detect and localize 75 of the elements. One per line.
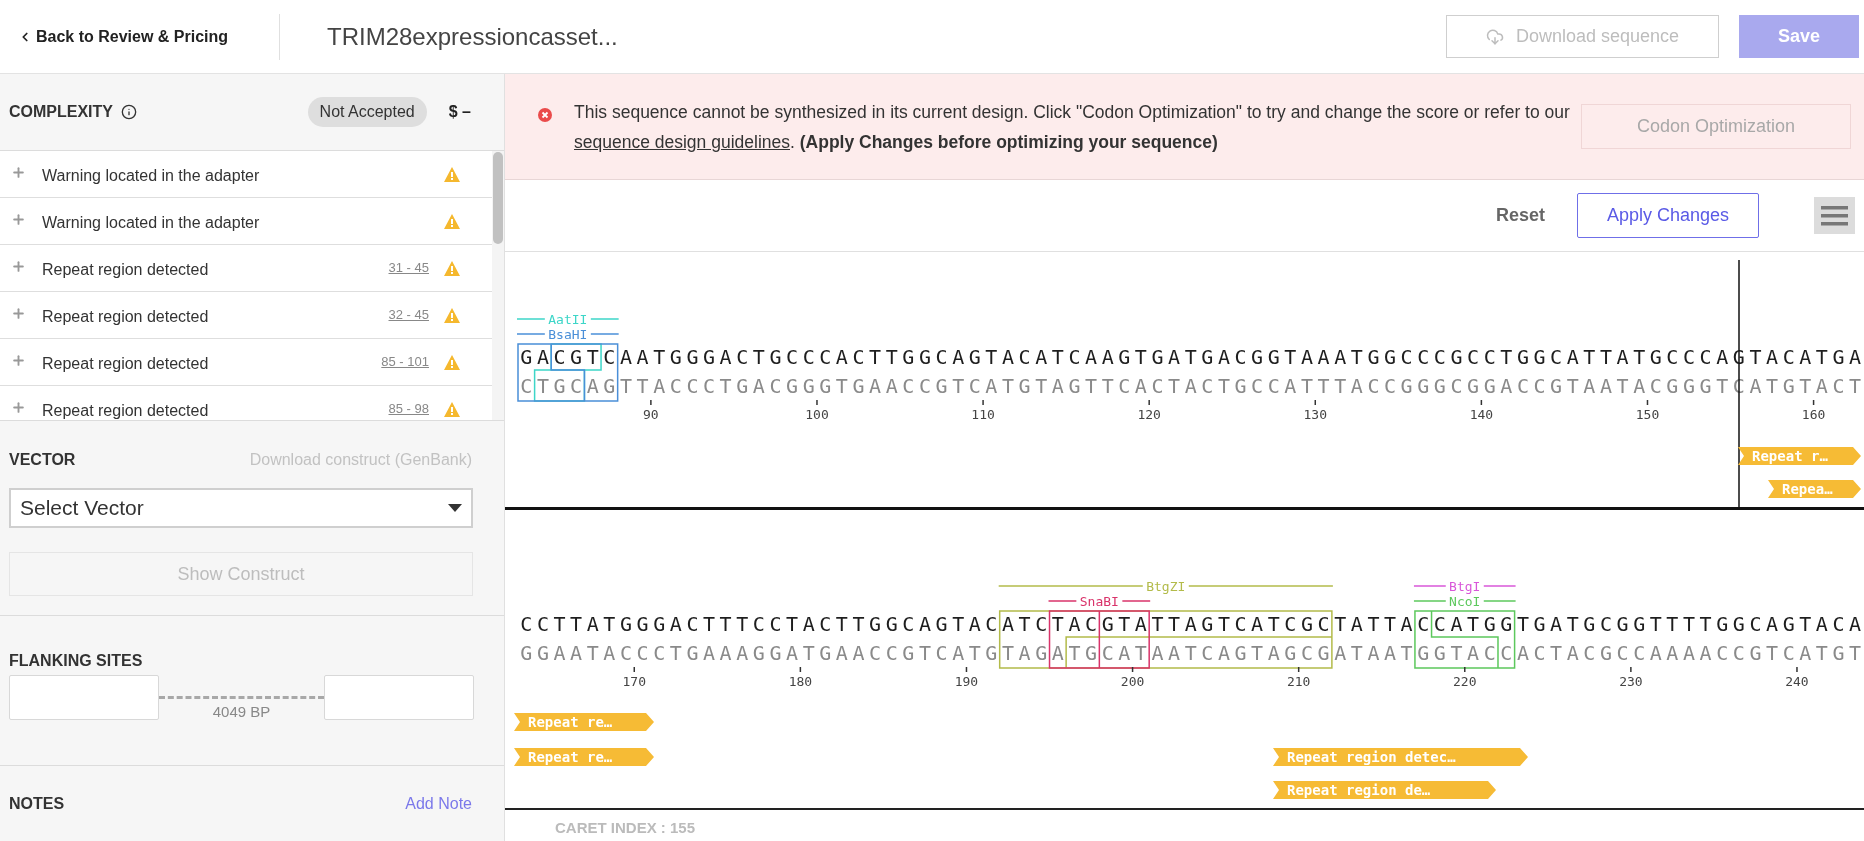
position-tick: 230 — [1619, 666, 1643, 689]
menu-button[interactable] — [1814, 197, 1855, 234]
issue-row[interactable]: Repeat region detected 32 - 45 — [0, 292, 492, 339]
add-note-link[interactable]: Add Note — [405, 792, 472, 816]
position-tick: 110 — [971, 399, 995, 422]
position-tick: 210 — [1286, 666, 1311, 689]
position-tick: 150 — [1635, 399, 1660, 422]
price-text: $ – — [448, 102, 471, 122]
warning-icon — [444, 260, 460, 276]
issue-row[interactable]: Repeat region detected 85 - 101 — [0, 339, 492, 386]
issue-text: Warning located in the adapter — [42, 213, 260, 233]
issue-text: Warning located in the adapter — [42, 166, 260, 186]
warning-icon — [444, 401, 460, 417]
flanking-site-field[interactable] — [324, 675, 474, 720]
position-tick: 120 — [1137, 399, 1161, 422]
section-heading: NOTES — [9, 794, 65, 814]
apply-changes-button[interactable]: Apply Changes — [1577, 193, 1759, 238]
position-tick: 90 — [643, 399, 659, 422]
position-tick: 190 — [954, 666, 979, 689]
range-link[interactable]: 31 - 45 — [388, 258, 429, 278]
back-link[interactable]: Back to Review & Pricing — [0, 24, 279, 49]
flanking-site-field[interactable] — [9, 675, 159, 720]
issue-text: Repeat region detected — [42, 307, 209, 327]
status-badge: Not Accepted — [307, 97, 427, 127]
enzyme-label[interactable]: BsaHI — [516, 326, 620, 342]
position-tick: 130 — [1303, 399, 1327, 422]
position-tick: 100 — [805, 399, 829, 422]
position-tick: 180 — [788, 666, 813, 689]
enzyme-label[interactable]: SnaBI — [1047, 593, 1151, 609]
position-tick: 240 — [1785, 666, 1809, 689]
issue-row[interactable]: Warning located in the adapter — [0, 198, 492, 245]
position-tick: 170 — [622, 666, 646, 689]
enzyme-label[interactable]: AatII — [516, 311, 620, 327]
range-link[interactable]: 85 - 101 — [381, 352, 429, 372]
expand-icon — [11, 258, 26, 274]
issue-row[interactable]: Repeat region detected 31 - 45 — [0, 245, 492, 292]
expand-icon — [11, 164, 26, 180]
expand-icon — [11, 305, 26, 321]
issue-text: Repeat region detected — [42, 260, 209, 280]
expand-icon — [11, 352, 26, 368]
issue-row[interactable]: Warning located in the adapter — [0, 151, 492, 198]
position-tick: 220 — [1453, 666, 1477, 689]
scrollbar-thumb[interactable] — [493, 152, 503, 244]
issue-row[interactable]: Repeat region detected 85 - 98 — [0, 386, 492, 420]
range-link[interactable]: 32 - 45 — [388, 305, 429, 325]
issue-text: Repeat region detected — [42, 354, 209, 374]
warning-icon — [444, 354, 460, 370]
position-tick: 200 — [1120, 666, 1145, 689]
range-link[interactable]: 85 - 98 — [388, 399, 429, 419]
cloud-download-icon — [1485, 27, 1504, 46]
expand-icon — [11, 211, 26, 227]
section-heading: COMPLEXITY — [9, 102, 113, 122]
sequence-title: TRIM28expressioncasset... — [327, 21, 618, 52]
enzyme-label[interactable]: BtgI — [1413, 578, 1517, 594]
info-icon — [121, 104, 137, 120]
enzyme-label[interactable]: NcoI — [1413, 593, 1517, 609]
error-message: This sequence cannot be synthesized in its current design. Click "Codon Optimization" to try and change the score or refer to our sequence design guidelines. (Apply Changes before optimizing your sequence) — [574, 100, 1571, 154]
warning-icon — [444, 166, 460, 182]
warning-icon — [444, 213, 460, 229]
caret-index-text: CARET INDEX : 155 — [555, 818, 697, 838]
warning-icon — [444, 307, 460, 323]
issue-text: Repeat region detected — [42, 401, 209, 420]
section-heading: VECTOR — [9, 450, 76, 470]
reset-button[interactable]: Reset — [1495, 202, 1545, 229]
menu-icon — [1821, 205, 1848, 226]
length-text: 4049 BP — [212, 702, 271, 722]
section-heading: FLANKING SITES — [9, 651, 144, 671]
expand-icon — [11, 399, 26, 415]
vector-select[interactable]: Select Vector — [9, 488, 473, 528]
guidelines-link[interactable]: sequence design guidelines — [574, 131, 790, 152]
enzyme-label[interactable]: BtgZI — [997, 578, 1334, 594]
error-icon — [538, 108, 552, 122]
position-tick: 140 — [1469, 399, 1494, 422]
dropdown-caret-icon — [448, 504, 462, 512]
position-tick: 160 — [1801, 399, 1826, 422]
